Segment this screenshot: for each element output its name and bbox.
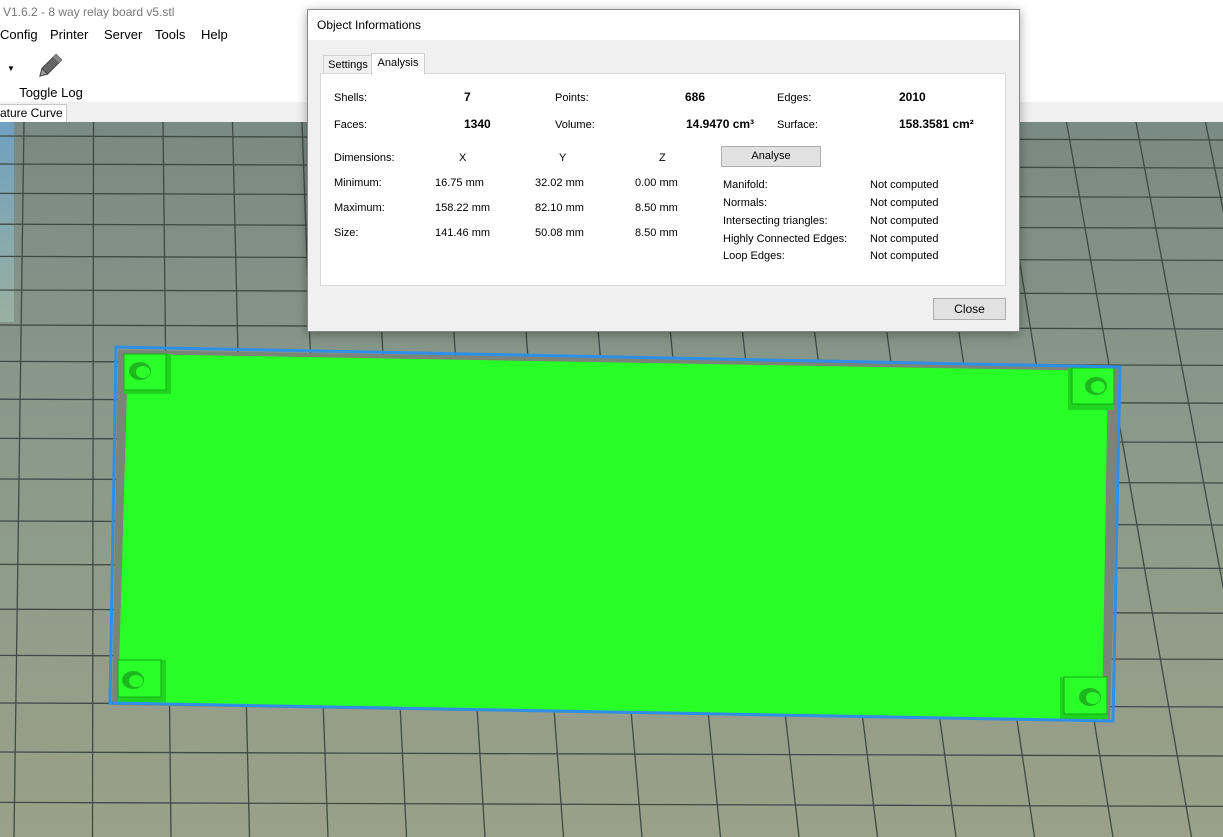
manifold-value: Not computed <box>870 179 939 191</box>
size-x: 141.46 mm <box>435 227 491 239</box>
faces-value: 1340 <box>464 117 491 131</box>
minimum-x: 16.75 mm <box>435 177 484 189</box>
manifold-label: Manifold: <box>723 179 768 191</box>
loop-edges-label: Loop Edges: <box>723 250 785 262</box>
menu-server[interactable]: Server <box>104 27 142 42</box>
mounting-post-top-left <box>123 353 171 394</box>
maximum-x: 158.22 mm <box>435 202 491 214</box>
dialog-titlebar[interactable]: Object Informations <box>308 10 1019 40</box>
toggle-log-label: Toggle Log <box>19 85 83 100</box>
axis-z-header: Z <box>659 152 666 164</box>
volume-value: 14.9470 cm³ <box>686 117 755 131</box>
edges-label: Edges: <box>777 92 812 104</box>
volume-label: Volume: <box>555 119 595 131</box>
menu-tools[interactable]: Tools <box>155 27 185 42</box>
menu-printer[interactable]: Printer <box>50 27 88 42</box>
minimum-label: Minimum: <box>334 177 382 189</box>
grid-line <box>0 751 1223 757</box>
analysis-panel: Shells: 7 Points: 686 Edges: 2010 Faces:… <box>320 73 1006 286</box>
highly-connected-edges-label: Highly Connected Edges: <box>723 233 848 245</box>
minimum-z: 0.00 mm <box>635 177 678 189</box>
menu-help[interactable]: Help <box>201 27 228 42</box>
maximum-y: 82.10 mm <box>535 202 584 214</box>
tab-temperature-curve[interactable]: ature Curve <box>0 104 67 123</box>
dimensions-label: Dimensions: <box>334 152 395 164</box>
normals-value: Not computed <box>870 197 939 209</box>
minimum-y: 32.02 mm <box>535 177 584 189</box>
loop-edges-value: Not computed <box>870 250 939 262</box>
shells-label: Shells: <box>334 92 368 104</box>
intersecting-triangles-value: Not computed <box>870 215 939 227</box>
dropdown-arrow-icon[interactable]: ▼ <box>7 64 15 73</box>
mounting-post-top-right <box>1068 367 1115 410</box>
points-label: Points: <box>555 92 589 104</box>
axis-x-header: X <box>459 152 467 164</box>
relay-board-model[interactable] <box>118 354 1108 720</box>
grid-line <box>1204 122 1223 213</box>
points-value: 686 <box>685 90 706 104</box>
object-informations-dialog: Object Informations Settings Analysis Sh… <box>307 9 1020 332</box>
toggle-log-button[interactable]: Toggle Log <box>16 50 86 100</box>
grid-line <box>1135 122 1223 590</box>
surface-value: 158.3581 cm² <box>899 117 974 131</box>
menu-config[interactable]: Config <box>0 27 38 42</box>
size-y: 50.08 mm <box>535 227 584 239</box>
tab-analysis[interactable]: Analysis <box>371 53 425 75</box>
close-button[interactable]: Close <box>933 298 1006 320</box>
dialog-title: Object Informations <box>317 18 422 32</box>
size-label: Size: <box>334 227 359 239</box>
edges-value: 2010 <box>899 90 926 104</box>
maximum-label: Maximum: <box>334 202 385 214</box>
mounting-post-bottom-left <box>117 659 166 702</box>
tab-settings[interactable]: Settings <box>323 55 373 75</box>
normals-label: Normals: <box>723 197 768 209</box>
axis-y-header: Y <box>559 152 567 164</box>
faces-label: Faces: <box>334 119 368 131</box>
grid-line <box>0 801 1223 808</box>
pencil-icon <box>39 53 63 77</box>
surface-label: Surface: <box>777 119 818 131</box>
size-z: 8.50 mm <box>635 227 678 239</box>
intersecting-triangles-label: Intersecting triangles: <box>723 215 828 227</box>
highly-connected-edges-value: Not computed <box>870 233 939 245</box>
shells-value: 7 <box>464 90 471 104</box>
window-title: V1.6.2 - 8 way relay board v5.stl <box>3 5 175 19</box>
mounting-post-bottom-right <box>1060 676 1108 719</box>
analyse-button[interactable]: Analyse <box>721 146 821 167</box>
maximum-z: 8.50 mm <box>635 202 678 214</box>
